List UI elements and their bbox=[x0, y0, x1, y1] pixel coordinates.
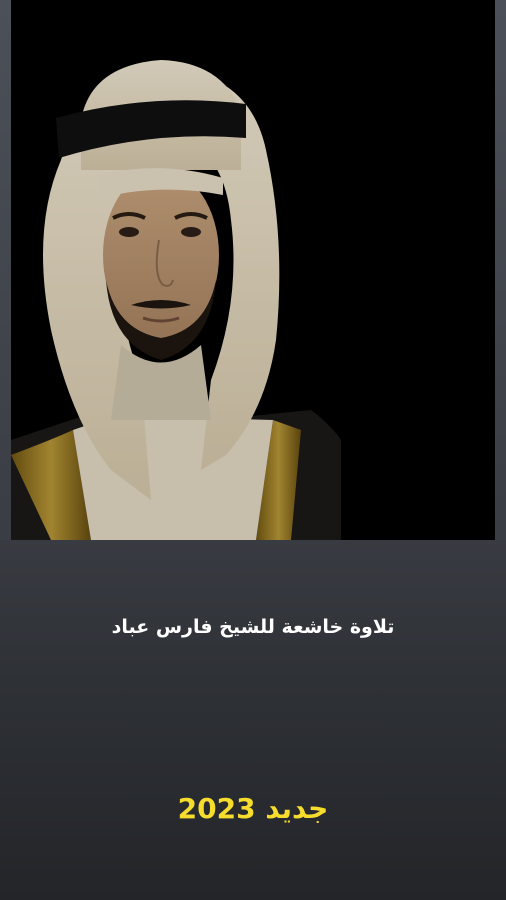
info-panel bbox=[0, 540, 506, 900]
new-year-label: جديد 2023 bbox=[177, 792, 329, 825]
sheikh-portrait-image bbox=[11, 0, 495, 540]
app-screen: تلاوة خاشعة للشيخ فارس عباد جديد 2023 bbox=[0, 0, 506, 900]
recitation-title: تلاوة خاشعة للشيخ فارس عباد bbox=[111, 616, 395, 638]
